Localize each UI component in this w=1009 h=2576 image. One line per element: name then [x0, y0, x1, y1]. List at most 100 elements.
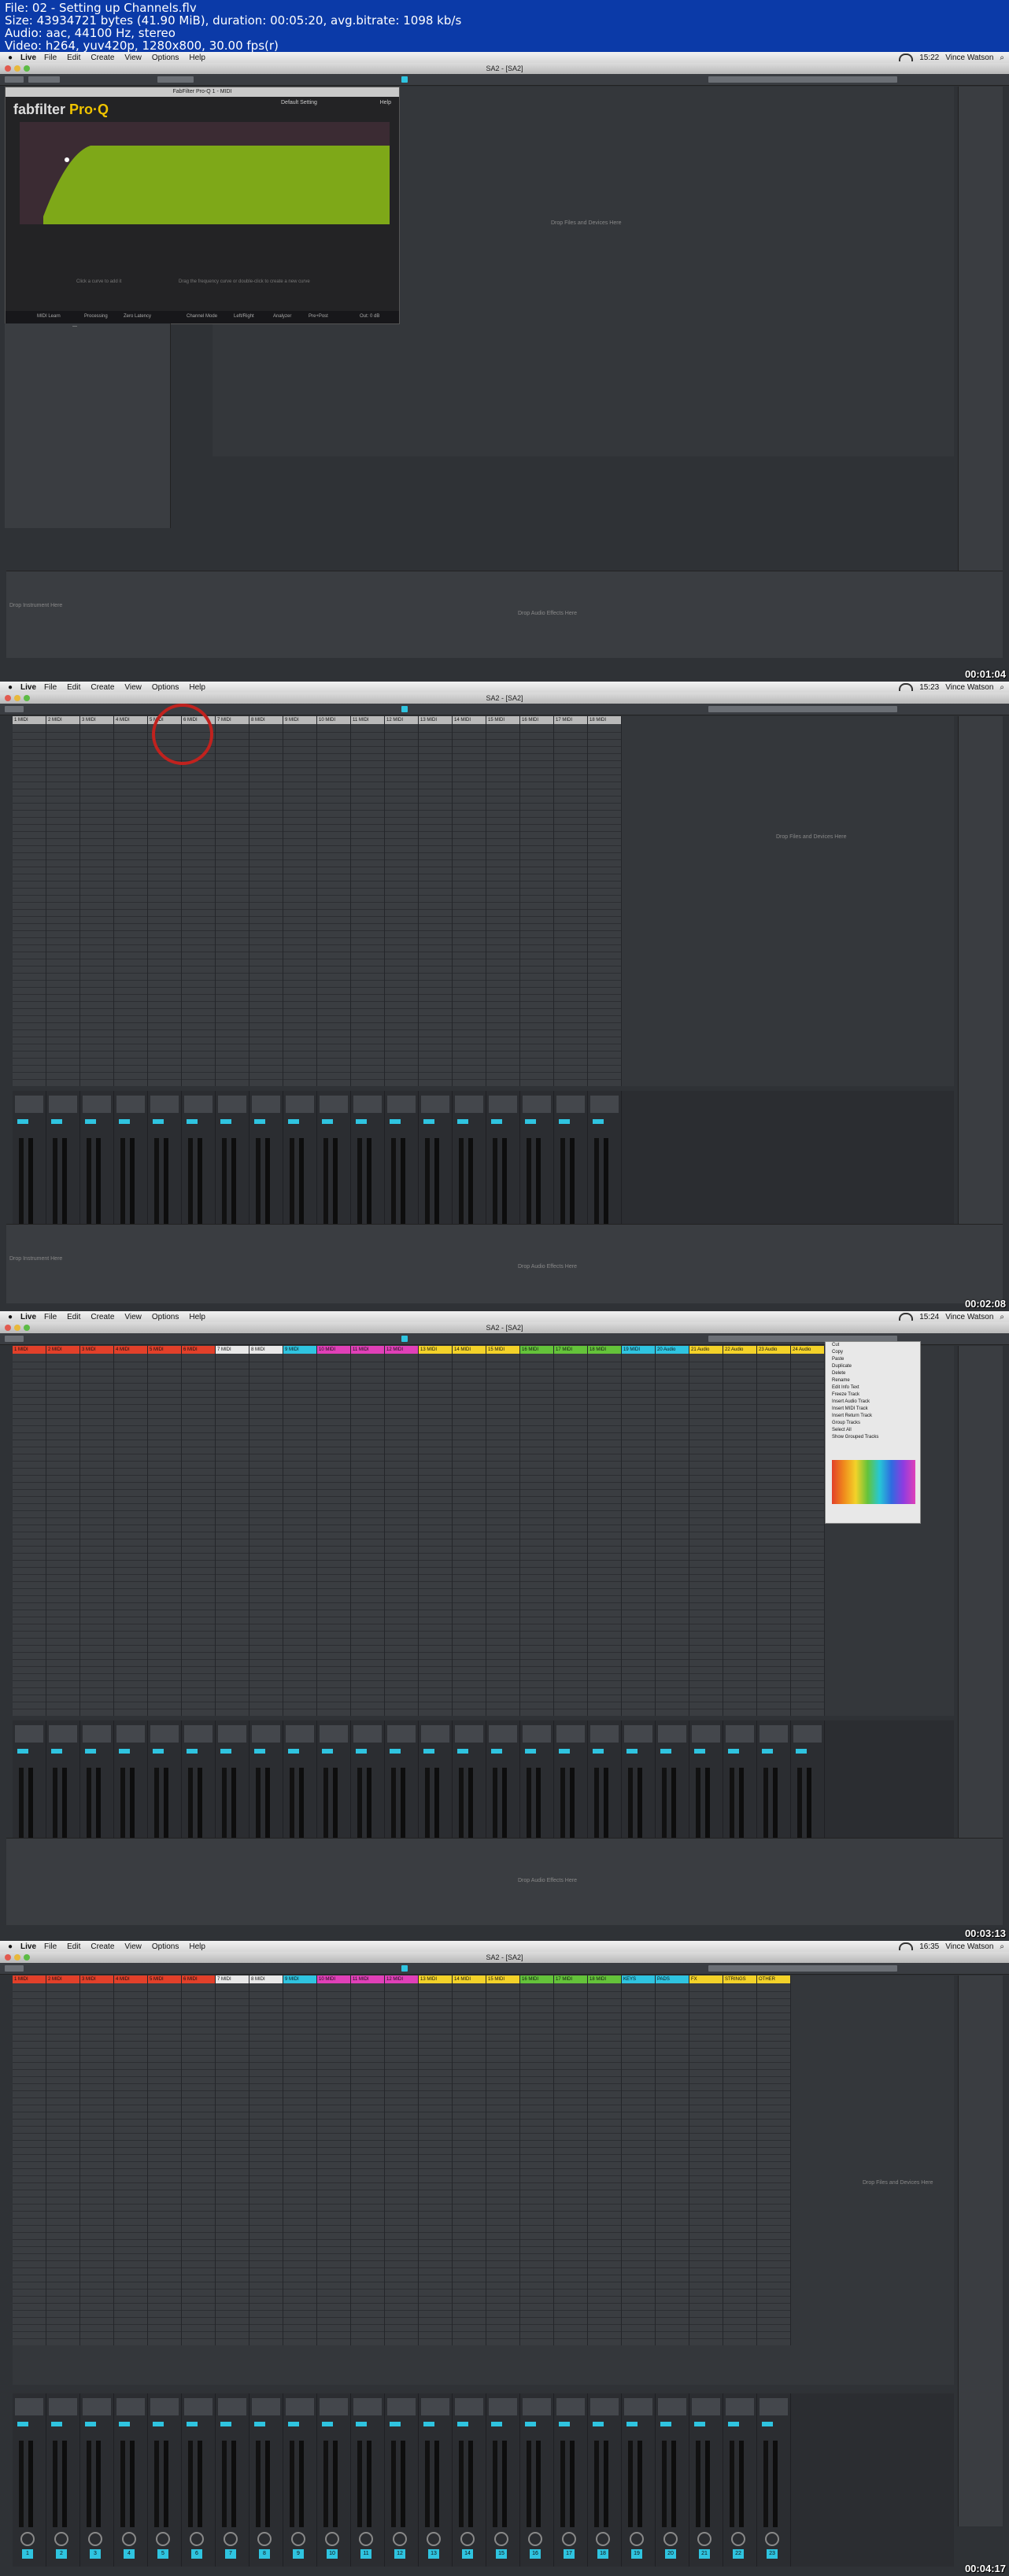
send-button[interactable] [390, 1749, 401, 1754]
track-activator[interactable]: 10 [327, 2549, 338, 2559]
track-header[interactable]: 18 MIDI [588, 716, 621, 724]
clip-slots[interactable] [419, 1985, 452, 2345]
zoom-icon[interactable] [24, 1325, 30, 1331]
send-button[interactable] [525, 1119, 536, 1124]
clip-slots[interactable] [656, 1355, 689, 1716]
track-column[interactable]: 15 MIDI [486, 1975, 520, 2345]
io-section[interactable] [387, 2398, 416, 2415]
track-header[interactable]: 5 MIDI [148, 1346, 181, 1354]
send-button[interactable] [457, 2422, 468, 2426]
clip-slots[interactable] [554, 1985, 587, 2345]
clip-slots[interactable] [283, 1985, 316, 2345]
time-signature-button[interactable] [28, 76, 60, 83]
track-header[interactable]: 18 MIDI [588, 1346, 621, 1354]
track-header[interactable]: 11 MIDI [351, 716, 384, 724]
send-button[interactable] [119, 1749, 130, 1754]
io-section[interactable] [83, 1096, 111, 1113]
track-activator[interactable]: 18 [597, 2549, 608, 2559]
menu-view[interactable]: View [124, 1313, 142, 1321]
io-section[interactable] [590, 2398, 619, 2415]
send-button[interactable] [660, 2422, 671, 2426]
menu-file[interactable]: File [44, 1313, 57, 1321]
clip-slots[interactable] [554, 726, 587, 1086]
clip-slots[interactable] [791, 1355, 824, 1716]
send-button[interactable] [423, 2422, 434, 2426]
track-column[interactable]: 2 MIDI [46, 1975, 80, 2345]
volume-fader[interactable] [299, 2441, 304, 2527]
volume-fader[interactable] [28, 2441, 33, 2527]
io-section[interactable] [184, 2398, 213, 2415]
track-header[interactable]: 13 MIDI [419, 1975, 452, 1983]
close-icon[interactable] [5, 695, 11, 701]
track-column[interactable]: 12 MIDI [385, 1975, 419, 2345]
pan-knob[interactable] [122, 2532, 136, 2546]
clip-slots[interactable] [419, 1355, 452, 1716]
track-header[interactable]: 10 MIDI [317, 1346, 350, 1354]
track-header[interactable]: 12 MIDI [385, 1346, 418, 1354]
clip-slots[interactable] [46, 1355, 79, 1716]
midi-learn-button[interactable]: MIDI Learn [37, 314, 61, 319]
track-column[interactable]: 24 Audio [791, 1346, 825, 1716]
track-column[interactable]: 11 MIDI [351, 716, 385, 1086]
track-header[interactable]: 13 MIDI [419, 1346, 452, 1354]
io-section[interactable] [116, 2398, 145, 2415]
minimize-icon[interactable] [14, 1325, 20, 1331]
track-column[interactable]: 4 MIDI [114, 1975, 148, 2345]
track-header[interactable]: 22 Audio [723, 1346, 756, 1354]
menu-edit[interactable]: Edit [67, 683, 80, 692]
minimize-icon[interactable] [14, 1954, 20, 1961]
zoom-icon[interactable] [24, 695, 30, 701]
clip-slots[interactable] [723, 1985, 756, 2345]
track-header[interactable]: KEYS [622, 1975, 655, 1983]
track-column[interactable]: 16 MIDI [520, 716, 554, 1086]
track-column[interactable]: 3 MIDI [80, 1975, 114, 2345]
track-column[interactable]: 22 Audio [723, 1346, 757, 1716]
track-column[interactable]: 8 MIDI [249, 716, 283, 1086]
clip-slots[interactable] [588, 1355, 621, 1716]
io-section[interactable] [83, 2398, 111, 2415]
clip-slots[interactable] [216, 1985, 249, 2345]
clip-slots[interactable] [520, 726, 553, 1086]
track-header[interactable]: 17 MIDI [554, 1975, 587, 1983]
track-header[interactable]: 5 MIDI [148, 1975, 181, 1983]
menu-item[interactable]: Insert MIDI Track [826, 1406, 920, 1413]
midi-map-controls[interactable] [708, 706, 897, 712]
volume-fader[interactable] [333, 2441, 338, 2527]
output-gain[interactable]: Out: 0 dB [360, 314, 379, 319]
user-name[interactable]: Vince Watson [945, 54, 993, 62]
track-header[interactable]: 3 MIDI [80, 716, 113, 724]
io-section[interactable] [15, 1096, 43, 1113]
io-section[interactable] [726, 1725, 754, 1743]
io-section[interactable] [387, 1096, 416, 1113]
io-section[interactable] [556, 2398, 585, 2415]
track-column[interactable]: 17 MIDI [554, 716, 588, 1086]
volume-fader[interactable] [28, 1138, 33, 1225]
track-header[interactable]: 1 MIDI [13, 1346, 46, 1354]
user-name[interactable]: Vince Watson [945, 1313, 993, 1321]
volume-fader[interactable] [570, 2441, 575, 2527]
volume-fader[interactable] [299, 1138, 304, 1225]
send-button[interactable] [525, 1749, 536, 1754]
track-header[interactable]: 1 MIDI [13, 716, 46, 724]
pan-knob[interactable] [291, 2532, 305, 2546]
send-button[interactable] [457, 1119, 468, 1124]
send-button[interactable] [423, 1749, 434, 1754]
send-button[interactable] [322, 1119, 333, 1124]
volume-fader[interactable] [265, 2441, 270, 2527]
send-button[interactable] [390, 1119, 401, 1124]
track-header[interactable]: 7 MIDI [216, 716, 249, 724]
send-button[interactable] [491, 2422, 502, 2426]
track-header[interactable]: 17 MIDI [554, 1346, 587, 1354]
clip-slots[interactable] [148, 726, 181, 1086]
track-column[interactable]: 3 MIDI [80, 1346, 114, 1716]
clip-slots[interactable] [182, 1355, 215, 1716]
send-button[interactable] [626, 2422, 638, 2426]
volume-fader[interactable] [536, 1138, 541, 1225]
pan-knob[interactable] [54, 2532, 68, 2546]
send-button[interactable] [356, 2422, 367, 2426]
track-header[interactable]: 9 MIDI [283, 1346, 316, 1354]
track-column[interactable]: 1 MIDI [13, 1346, 46, 1716]
volume-fader[interactable] [164, 2441, 168, 2527]
track-column[interactable]: 9 MIDI [283, 1975, 317, 2345]
clip-slots[interactable] [453, 1355, 486, 1716]
